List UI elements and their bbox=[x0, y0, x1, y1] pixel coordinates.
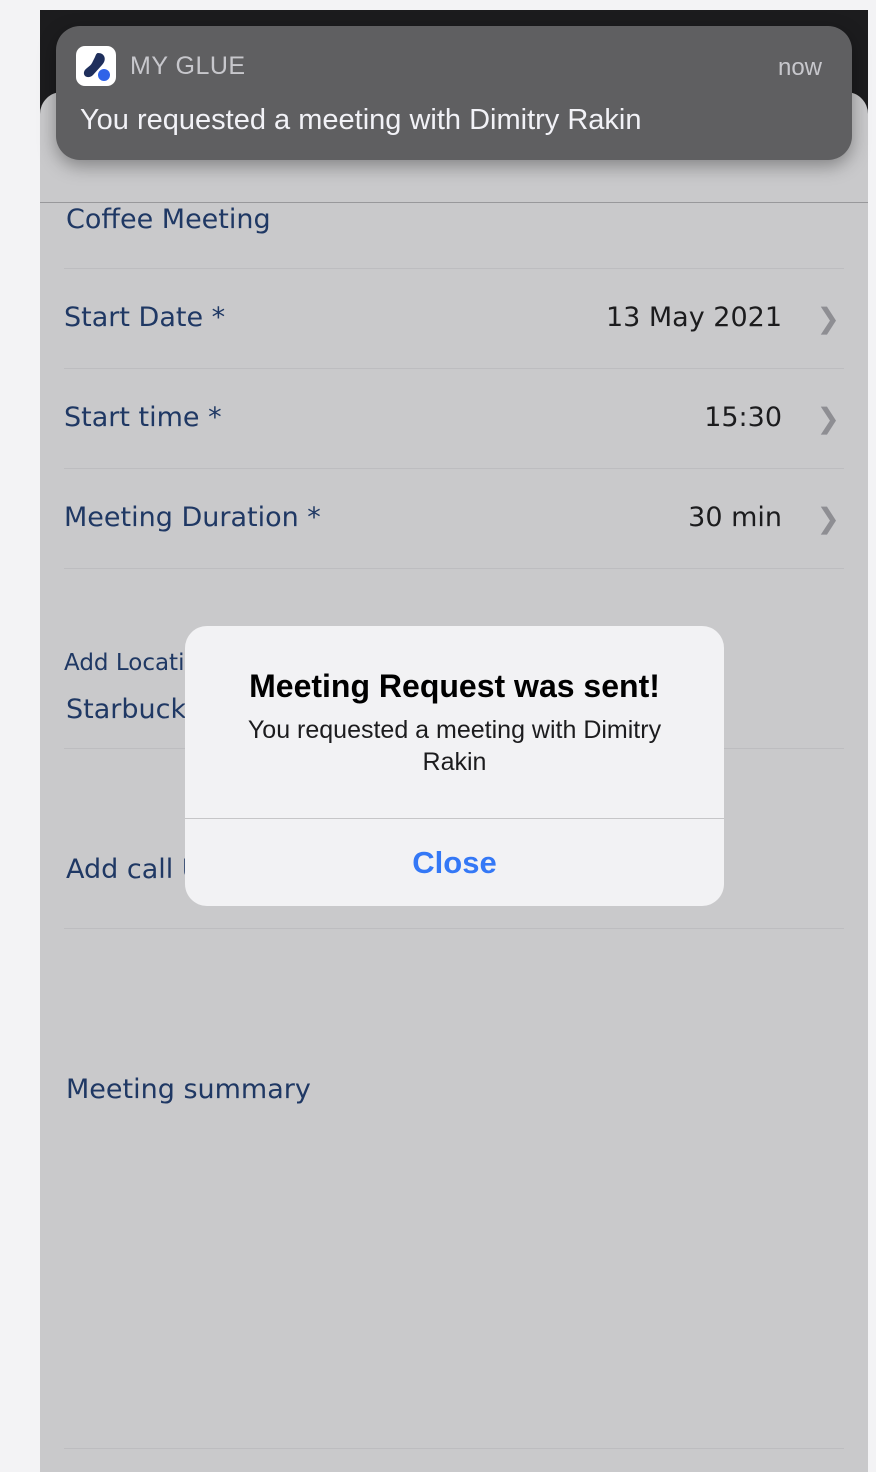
meeting-duration-label: Meeting Duration * bbox=[64, 502, 321, 533]
add-call-url-input[interactable]: Add call U bbox=[66, 854, 202, 885]
start-date-row[interactable]: Start Date * 13 May 2021 ❯ bbox=[64, 268, 844, 368]
meeting-duration-row[interactable]: Meeting Duration * 30 min ❯ bbox=[64, 468, 844, 568]
add-location-label: Add Locatio bbox=[64, 650, 199, 676]
start-time-row[interactable]: Start time * 15:30 ❯ bbox=[64, 368, 844, 468]
meeting-sent-alert: Meeting Request was sent! You requested … bbox=[185, 626, 724, 906]
notification-time: now bbox=[777, 54, 822, 81]
chevron-right-icon: ❯ bbox=[816, 402, 840, 435]
notification-app-name: MY GLUE bbox=[130, 52, 246, 80]
start-time-value: 15:30 bbox=[704, 402, 782, 433]
meeting-duration-value: 30 min bbox=[688, 502, 782, 533]
meeting-summary-input[interactable]: Meeting summary bbox=[66, 1074, 311, 1105]
notification-banner[interactable]: MY GLUE now You requested a meeting with… bbox=[56, 26, 852, 160]
my-glue-app-icon bbox=[76, 46, 116, 86]
start-date-value: 13 May 2021 bbox=[605, 302, 782, 333]
close-button[interactable]: Close bbox=[185, 819, 724, 906]
start-time-label: Start time * bbox=[64, 402, 222, 433]
divider bbox=[64, 1448, 844, 1449]
meeting-title-field[interactable]: Coffee Meeting bbox=[66, 204, 271, 235]
start-date-label: Start Date * bbox=[64, 302, 226, 333]
notification-message: You requested a meeting with Dimitry Rak… bbox=[80, 104, 642, 136]
alert-message: You requested a meeting with Dimitry Rak… bbox=[247, 716, 662, 776]
chevron-right-icon: ❯ bbox=[816, 502, 840, 535]
divider bbox=[64, 928, 844, 929]
chevron-right-icon: ❯ bbox=[816, 302, 840, 335]
location-input[interactable]: Starbucks bbox=[66, 694, 200, 725]
header-divider bbox=[40, 202, 868, 203]
alert-title: Meeting Request was sent! bbox=[249, 668, 660, 704]
divider bbox=[64, 568, 844, 569]
